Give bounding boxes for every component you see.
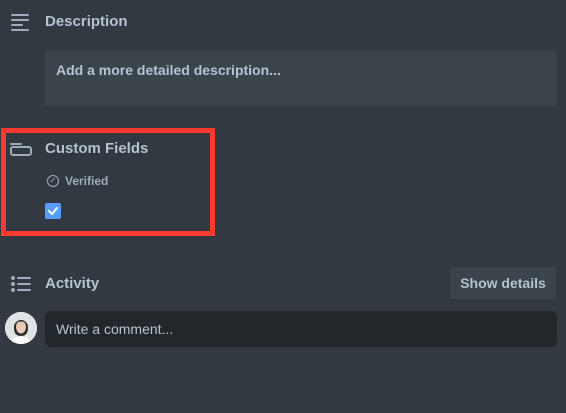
checkmark-icon: [48, 207, 58, 215]
verified-label: Verified: [65, 174, 109, 188]
avatar[interactable]: [5, 312, 37, 344]
show-details-button[interactable]: Show details: [450, 267, 556, 299]
description-input[interactable]: Add a more detailed description...: [45, 50, 557, 106]
custom-fields-icon: [10, 143, 32, 156]
description-icon: [11, 14, 29, 34]
custom-fields-heading: Custom Fields: [45, 140, 149, 157]
user-avatar-icon: [5, 312, 37, 344]
activity-heading: Activity: [45, 275, 100, 292]
card-details-panel: Description Add a more detailed descript…: [0, 0, 566, 413]
check-circle-icon: ✓: [47, 175, 59, 187]
activity-list-icon: [11, 276, 31, 292]
verified-checkbox[interactable]: [45, 203, 61, 219]
description-heading: Description: [45, 13, 128, 30]
verified-field-label: ✓ Verified: [47, 174, 108, 188]
comment-input[interactable]: [45, 311, 557, 347]
